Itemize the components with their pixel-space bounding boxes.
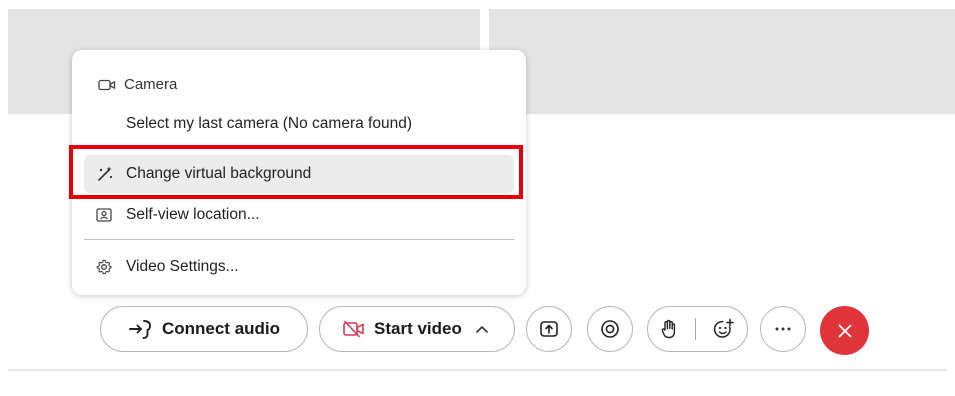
connect-audio-button[interactable]: Connect audio xyxy=(100,306,308,352)
camera-section-label: Camera xyxy=(124,76,178,93)
video-settings-item[interactable]: Video Settings... xyxy=(84,248,514,286)
end-call-button[interactable] xyxy=(820,306,869,355)
start-video-label: Start video xyxy=(374,319,462,338)
chevron-up-icon[interactable] xyxy=(476,325,488,333)
camera-section-header: Camera xyxy=(98,76,177,93)
change-virtual-background-label: Change virtual background xyxy=(126,165,312,182)
video-tile-right xyxy=(489,9,955,114)
record-button[interactable] xyxy=(587,306,633,352)
more-options-button[interactable] xyxy=(760,306,806,352)
menu-divider xyxy=(84,146,514,147)
share-screen-button[interactable] xyxy=(526,306,572,352)
audio-connect-icon xyxy=(128,317,154,341)
video-off-icon xyxy=(342,320,366,338)
self-view-location-item[interactable]: Self-view location... xyxy=(84,196,514,234)
start-video-button[interactable]: Start video xyxy=(319,306,515,352)
select-last-camera-label: Select my last camera (No camera found) xyxy=(126,115,412,132)
change-virtual-background-item[interactable]: Change virtual background xyxy=(84,155,514,193)
select-last-camera-item[interactable]: Select my last camera (No camera found) xyxy=(84,105,514,143)
control-bar-divider xyxy=(8,369,947,371)
share-screen-icon xyxy=(539,320,559,338)
close-icon xyxy=(837,323,853,339)
raise-hand-icon[interactable] xyxy=(660,319,678,339)
video-settings-label: Video Settings... xyxy=(126,258,239,275)
menu-divider xyxy=(84,239,514,240)
more-icon xyxy=(774,327,792,331)
magic-wand-icon xyxy=(96,165,120,183)
self-view-icon xyxy=(96,208,120,222)
camera-icon xyxy=(98,78,116,92)
group-separator xyxy=(695,318,696,340)
record-icon xyxy=(600,319,620,339)
video-options-menu: Camera Select my last camera (No camera … xyxy=(72,50,526,295)
gear-icon xyxy=(96,259,120,275)
reactions-icon[interactable] xyxy=(713,318,735,340)
hand-reactions-group xyxy=(647,306,748,352)
connect-audio-label: Connect audio xyxy=(161,319,281,338)
self-view-location-label: Self-view location... xyxy=(126,206,260,223)
